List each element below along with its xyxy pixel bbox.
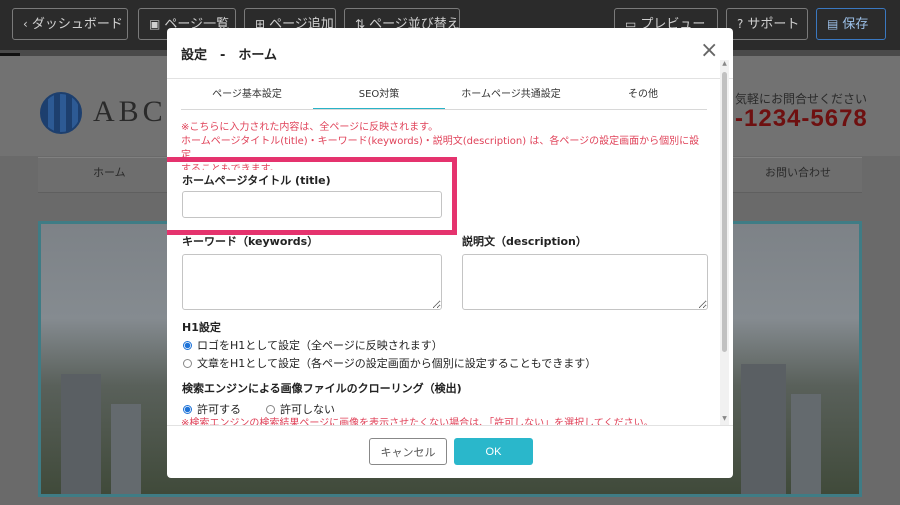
tab-page-basic[interactable]: ページ基本設定 [181,86,313,110]
crawl-option-allow[interactable]: 許可する [183,401,241,417]
modal-title: 設定 - ホーム [181,48,278,63]
floppy-icon: ▤ [827,17,839,31]
save-label: 保存 [842,17,869,32]
h1-label: H1設定 [182,321,221,334]
h1-option-logo[interactable]: ロゴをH1として設定（全ページに反映されます） [183,337,443,353]
save-button[interactable]: ▤ 保存 [816,8,886,40]
radio-selected-icon[interactable] [183,341,192,350]
tab-other[interactable]: その他 [577,86,709,110]
list-icon: ▣ [149,17,161,31]
tab-seo[interactable]: SEO対策 [313,86,445,110]
help-icon: ? [737,17,744,31]
keywords-label: キーワード（keywords） [182,235,319,248]
notice-line: ※こちらに入力された内容は、全ページに反映されます。 [181,122,439,133]
radio-icon[interactable] [183,359,192,368]
description-textarea[interactable] [462,254,708,310]
support-button[interactable]: ? サポート [726,8,808,40]
keywords-textarea[interactable] [182,254,442,310]
nav-item-home[interactable]: ホーム [93,164,126,180]
description-label: 説明文（description） [462,235,587,248]
h1-option-label: 文章をH1として設定（各ページの設定画面から個別に設定することもできます） [197,357,597,370]
crawl-option-label: 許可しない [280,403,335,416]
tabs-divider [181,109,707,110]
h1-option-text[interactable]: 文章をH1として設定（各ページの設定画面から個別に設定することもできます） [183,355,596,371]
crawl-note: ※検索エンジンの検索結果ページに画像を表示させたくない場合は、「許可しない」を選… [181,418,654,425]
divider [167,425,733,426]
radio-icon[interactable] [266,405,275,414]
settings-modal: 設定 - ホーム × ページ基本設定 SEO対策 ホームページ共通設定 その他 … [167,28,733,478]
crawl-label: 検索エンジンによる画像ファイルのクローリング（検出) [182,382,462,395]
tab-common[interactable]: ホームページ共通設定 [445,86,577,110]
scroll-up-icon[interactable]: ▲ [720,60,729,67]
cancel-button[interactable]: キャンセル [369,438,447,465]
scrollbar-thumb[interactable] [722,72,727,352]
title-label: ホームページタイトル (title) [182,174,331,187]
support-label: サポート [747,17,800,32]
contact-phone: -1234-5678 [735,105,868,132]
dashboard-label: ダッシュボード [31,17,123,32]
divider [167,78,733,79]
title-input[interactable] [182,191,442,218]
radio-selected-icon[interactable] [183,405,192,414]
scroll-down-icon[interactable]: ▼ [720,415,729,422]
nav-item-contact[interactable]: お問い合わせ [765,164,831,180]
dashboard-button[interactable]: ‹ ダッシュボード [12,8,128,40]
site-logo-text: ABC [93,95,167,128]
crawl-option-label: 許可する [197,403,241,416]
close-icon[interactable]: × [700,40,718,62]
globe-logo-icon [40,92,82,134]
chevron-left-icon: ‹ [23,17,28,31]
ok-button[interactable]: OK [454,438,533,465]
crawl-option-deny[interactable]: 許可しない [266,401,335,417]
h1-option-label: ロゴをH1として設定（全ページに反映されます） [197,339,443,352]
